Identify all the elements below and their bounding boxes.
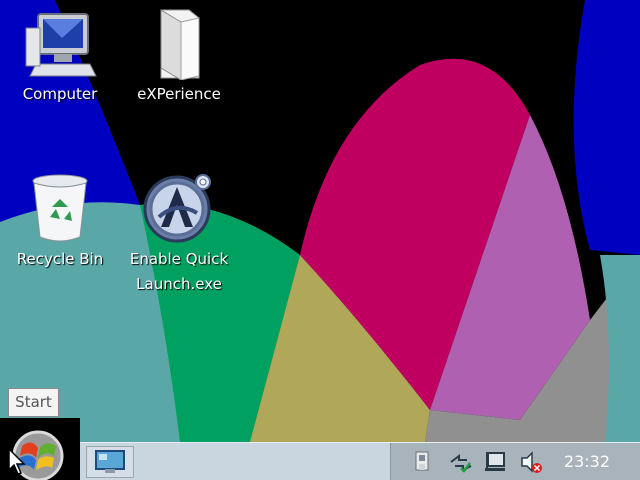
start-tooltip: Start: [8, 388, 59, 417]
desktop-icon-label: Recycle Bin: [16, 250, 104, 268]
desktop-icon-recycle-bin[interactable]: Recycle Bin: [5, 173, 115, 272]
network-icon[interactable]: [449, 450, 473, 474]
taskbar-clock[interactable]: 23:32: [564, 443, 610, 480]
computer-icon: [5, 8, 115, 82]
desktop-icon-label: eXPerience: [137, 85, 221, 103]
desktop-icon-label: Enable Quick Launch.exe: [129, 250, 229, 293]
show-desktop-icon: [95, 450, 125, 473]
desktop-icon-experience[interactable]: eXPerience: [124, 8, 234, 107]
taskbar: 23:32: [0, 418, 640, 480]
mouse-cursor-icon: [8, 448, 26, 475]
folder-icon: [124, 8, 234, 82]
volume-muted-icon[interactable]: [519, 450, 543, 474]
usb-icon[interactable]: [413, 450, 433, 474]
desktop-icon-computer[interactable]: Computer: [5, 8, 115, 107]
desktop-icon-enable-quick-launch[interactable]: Enable Quick Launch.exe: [124, 173, 234, 297]
system-tray: 23:32: [390, 443, 640, 480]
app-logo-icon: [124, 173, 234, 247]
network-disconnected-icon[interactable]: [483, 450, 507, 474]
desktop-icon-label: Computer: [22, 85, 98, 103]
recycle-bin-icon: [5, 173, 115, 247]
quick-launch-show-desktop[interactable]: [86, 446, 134, 478]
